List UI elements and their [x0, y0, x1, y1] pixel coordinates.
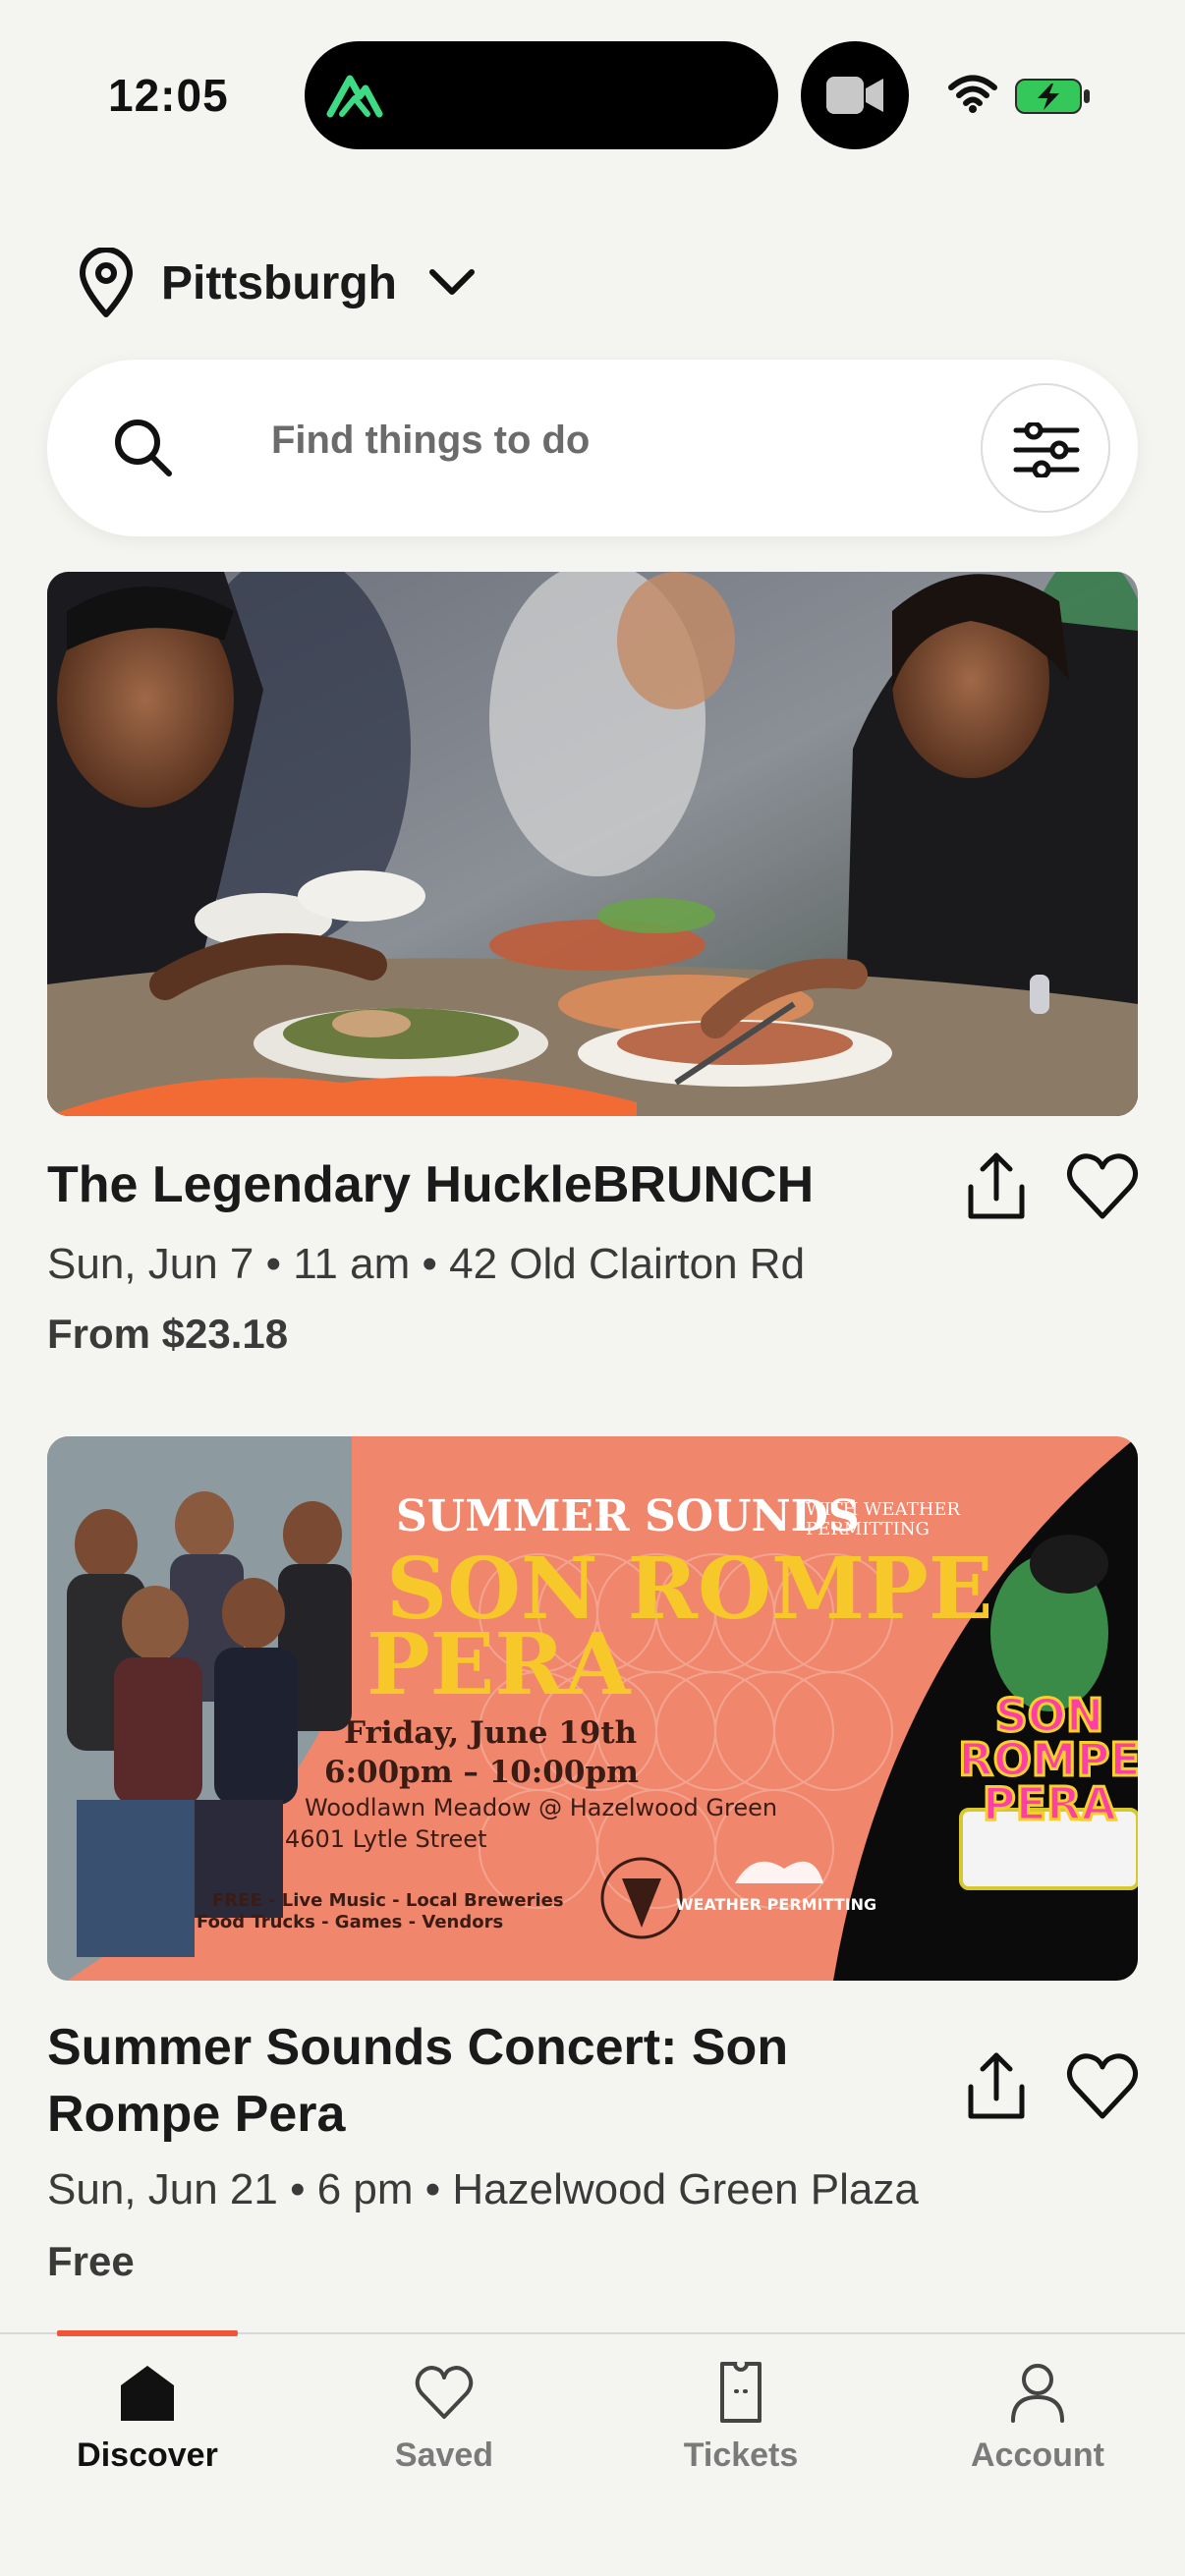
- heart-save-icon[interactable]: [1063, 2047, 1142, 2126]
- summer-sounds-poster: SON ROMPE PERA SUMMER SOUNDS WITH WEATHE…: [47, 1436, 1138, 1981]
- poster-series: SUMMER SOUNDS: [396, 1491, 860, 1541]
- location-city: Pittsburgh: [161, 256, 397, 309]
- poster-badge-weather: WEATHER PERMITTING: [676, 1895, 876, 1914]
- poster-address: 4601 Lytle Street: [285, 1825, 486, 1853]
- nav-tickets[interactable]: Tickets: [623, 2362, 859, 2509]
- dynamic-island: [305, 41, 778, 149]
- search-icon: [115, 420, 172, 476]
- share-icon[interactable]: [957, 1148, 1036, 1226]
- event-price: From $23.18: [47, 1311, 289, 1357]
- event-price: Free: [47, 2238, 135, 2284]
- filter-sliders-icon: [1013, 422, 1080, 477]
- nav-label: Saved: [394, 2436, 494, 2474]
- brunch-photo: [47, 572, 1138, 1116]
- status-time: 12:05: [108, 70, 229, 121]
- app-activity-icon: [326, 75, 383, 118]
- search-bar[interactable]: Find things to do: [47, 360, 1138, 536]
- nav-discover[interactable]: Discover: [29, 2362, 265, 2509]
- search-input[interactable]: Find things to do: [271, 419, 590, 463]
- event-title[interactable]: The Legendary HuckleBRUNCH: [47, 1151, 912, 1218]
- poster-date: Friday, June 19th: [344, 1715, 637, 1751]
- nav-account[interactable]: Account: [920, 2362, 1156, 2509]
- heart-icon: [415, 2366, 474, 2419]
- poster-features-2: Food Trucks - Games - Vendors: [197, 1912, 503, 1932]
- event-meta: Sun, Jun 21 • 6 pm • Hazelwood Green Pla…: [47, 2165, 919, 2213]
- chevron-down-icon: [428, 269, 475, 295]
- status-bar: 12:05: [0, 0, 1185, 177]
- poster-time: 6:00pm – 10:00pm: [324, 1755, 639, 1790]
- video-call-indicator: [801, 41, 909, 149]
- bottom-nav: Discover Saved Tickets Account: [0, 2330, 1185, 2576]
- filter-button[interactable]: [981, 383, 1110, 513]
- active-tab-indicator: [57, 2330, 238, 2336]
- nav-label: Discover: [77, 2436, 218, 2474]
- share-icon[interactable]: [957, 2047, 1036, 2126]
- poster-headline-2: PERA: [367, 1615, 632, 1714]
- wifi-icon: [948, 75, 997, 113]
- event-title[interactable]: Summer Sounds Concert: Son Rompe Pera: [47, 2014, 912, 2148]
- poster-art-text-3: PERA: [983, 1777, 1117, 1830]
- person-icon: [1011, 2364, 1064, 2423]
- nav-label: Account: [971, 2436, 1104, 2474]
- poster-features-1: FREE - Live Music - Local Breweries: [212, 1890, 564, 1911]
- event-image-brunch[interactable]: [47, 572, 1138, 1116]
- home-icon: [121, 2366, 174, 2421]
- map-pin-icon: [80, 248, 133, 317]
- ticket-icon: [720, 2362, 762, 2423]
- poster-series-note-1: WITH WEATHER: [806, 1499, 961, 1520]
- battery-charging-icon: [1015, 79, 1090, 114]
- heart-save-icon[interactable]: [1063, 1148, 1142, 1226]
- poster-venue: Woodlawn Meadow @ Hazelwood Green: [305, 1794, 777, 1821]
- nav-saved[interactable]: Saved: [326, 2362, 562, 2509]
- event-image-summer-sounds[interactable]: SON ROMPE PERA SUMMER SOUNDS WITH WEATHE…: [47, 1436, 1138, 1981]
- location-selector[interactable]: Pittsburgh: [77, 246, 476, 320]
- nav-label: Tickets: [683, 2436, 799, 2474]
- video-camera-icon: [826, 77, 883, 114]
- poster-series-note-2: PERMITTING: [806, 1519, 930, 1540]
- event-meta: Sun, Jun 7 • 11 am • 42 Old Clairton Rd: [47, 1240, 806, 1288]
